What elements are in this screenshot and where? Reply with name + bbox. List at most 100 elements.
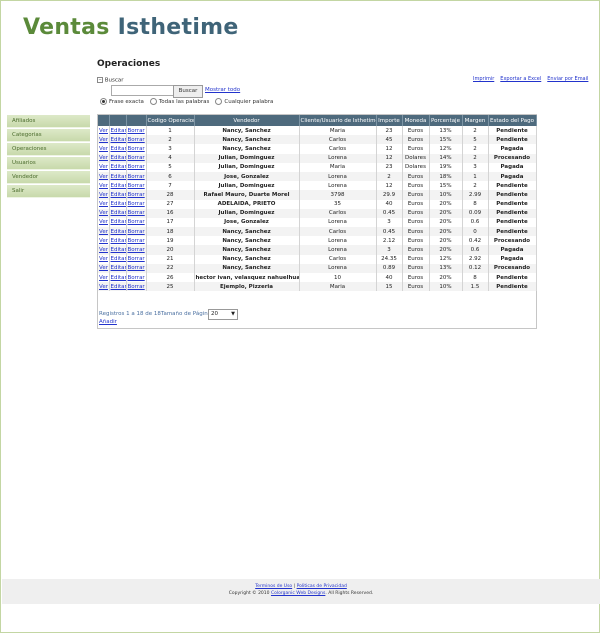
- edit-link[interactable]: Editar: [111, 174, 126, 180]
- delete-link[interactable]: Borrar: [128, 284, 145, 290]
- sidebar-item-salir[interactable]: Salir: [7, 185, 90, 198]
- search-input[interactable]: [111, 85, 175, 96]
- sidebar-item-operaciones[interactable]: Operaciones: [7, 143, 90, 156]
- view-link[interactable]: Ver: [99, 155, 108, 161]
- view-link[interactable]: Ver: [99, 229, 108, 235]
- edit-link[interactable]: Editar: [111, 238, 126, 244]
- view-link[interactable]: Ver: [99, 247, 108, 253]
- view-link[interactable]: Ver: [99, 146, 108, 152]
- email-link[interactable]: Enviar por Email: [547, 76, 588, 82]
- delete-link[interactable]: Borrar: [128, 210, 145, 216]
- col-header-amount[interactable]: Importe: [376, 115, 403, 126]
- edit-link[interactable]: Editar: [111, 275, 126, 281]
- delete-link[interactable]: Borrar: [128, 164, 145, 170]
- cell-status: Pendiente: [488, 126, 537, 136]
- edit-link[interactable]: Editar: [111, 265, 126, 271]
- delete-link[interactable]: Borrar: [128, 247, 145, 253]
- edit-link[interactable]: Editar: [111, 183, 126, 189]
- view-link[interactable]: Ver: [99, 256, 108, 262]
- delete-link[interactable]: Borrar: [128, 219, 145, 225]
- edit-link[interactable]: Editar: [111, 137, 126, 143]
- cell-action: Borrar: [126, 190, 147, 200]
- view-link[interactable]: Ver: [99, 201, 108, 207]
- cell-vendor: Nancy, Sanchez: [194, 126, 300, 136]
- page-size-select[interactable]: 20 ▼: [208, 309, 238, 320]
- delete-link[interactable]: Borrar: [128, 265, 145, 271]
- sidebar-item-categorias[interactable]: Categorias: [7, 129, 90, 142]
- copyright-prefix: Copyright © 2010: [228, 591, 270, 596]
- view-link[interactable]: Ver: [99, 183, 108, 189]
- delete-link[interactable]: Borrar: [128, 238, 145, 244]
- site-logo[interactable]: Ventas Isthetime: [23, 15, 239, 40]
- view-link[interactable]: Ver: [99, 275, 108, 281]
- edit-link[interactable]: Editar: [111, 229, 126, 235]
- edit-link[interactable]: Editar: [111, 247, 126, 253]
- print-link[interactable]: Imprimir: [473, 76, 494, 82]
- edit-link[interactable]: Editar: [111, 201, 126, 207]
- export-excel-link[interactable]: Exportar a Excel: [500, 76, 541, 82]
- edit-link[interactable]: Editar: [111, 164, 126, 170]
- cell-vendor: Nancy, Sanchez: [194, 227, 300, 237]
- sidebar-item-vendedor[interactable]: Vendedor: [7, 171, 90, 184]
- add-link[interactable]: Añadir: [99, 319, 117, 325]
- col-header-percent[interactable]: Porcentaje: [429, 115, 463, 126]
- company-link[interactable]: Colorganic Web Designs: [271, 591, 325, 596]
- show-all-link[interactable]: Mostrar todo: [205, 87, 240, 93]
- delete-link[interactable]: Borrar: [128, 155, 145, 161]
- radio-exact-phrase[interactable]: Frase exacta: [100, 98, 144, 105]
- terms-link[interactable]: Terminos de Uso: [255, 584, 292, 589]
- privacy-link[interactable]: Politicas de Privacidad: [297, 584, 347, 589]
- radio-all-words[interactable]: Todas las palabras: [149, 98, 209, 105]
- col-header-code[interactable]: Codigo Operacion: [146, 115, 195, 126]
- search-toggle[interactable]: − Buscar: [97, 77, 124, 84]
- view-link[interactable]: Ver: [99, 238, 108, 244]
- cell-action: Borrar: [126, 126, 147, 136]
- cell-action: Editar: [109, 199, 127, 209]
- view-link[interactable]: Ver: [99, 219, 108, 225]
- view-link[interactable]: Ver: [99, 192, 108, 198]
- edit-link[interactable]: Editar: [111, 128, 126, 134]
- edit-link[interactable]: Editar: [111, 284, 126, 290]
- delete-link[interactable]: Borrar: [128, 256, 145, 262]
- delete-link[interactable]: Borrar: [128, 174, 145, 180]
- cell-code: 19: [146, 236, 195, 246]
- edit-link[interactable]: Editar: [111, 146, 126, 152]
- search-button[interactable]: Buscar: [173, 85, 203, 98]
- delete-link[interactable]: Borrar: [128, 192, 145, 198]
- view-link[interactable]: Ver: [99, 174, 108, 180]
- delete-link[interactable]: Borrar: [128, 201, 145, 207]
- view-link[interactable]: Ver: [99, 128, 108, 134]
- edit-link[interactable]: Editar: [111, 256, 126, 262]
- view-link[interactable]: Ver: [99, 164, 108, 170]
- col-header-currency[interactable]: Moneda: [402, 115, 430, 126]
- cell-margin: 2: [462, 181, 489, 191]
- sidebar-item-afiliados[interactable]: Afiliados: [7, 115, 90, 128]
- logo-part-ventas: Ventas: [23, 15, 110, 40]
- col-header-vendor[interactable]: Vendedor: [194, 115, 300, 126]
- delete-link[interactable]: Borrar: [128, 128, 145, 134]
- delete-link[interactable]: Borrar: [128, 275, 145, 281]
- table-row: Ver Editar Borrar 5 Julian, Dominguez Maria 23…: [98, 162, 537, 172]
- delete-link[interactable]: Borrar: [128, 137, 145, 143]
- col-header-margin[interactable]: Margen: [462, 115, 489, 126]
- delete-link[interactable]: Borrar: [128, 183, 145, 189]
- view-link[interactable]: Ver: [99, 137, 108, 143]
- cell-percent: 10%: [429, 190, 463, 200]
- view-link[interactable]: Ver: [99, 265, 108, 271]
- radio-any-word[interactable]: Cualquier palabra: [215, 98, 273, 105]
- sidebar-item-usuarios[interactable]: Usuarios: [7, 157, 90, 170]
- collapse-icon: −: [97, 77, 103, 83]
- col-header-status[interactable]: Estado del Pago: [488, 115, 537, 126]
- edit-link[interactable]: Editar: [111, 219, 126, 225]
- view-link[interactable]: Ver: [99, 284, 108, 290]
- delete-link[interactable]: Borrar: [128, 146, 145, 152]
- cell-code: 4: [146, 153, 195, 163]
- edit-link[interactable]: Editar: [111, 210, 126, 216]
- edit-link[interactable]: Editar: [111, 192, 126, 198]
- edit-link[interactable]: Editar: [111, 155, 126, 161]
- view-link[interactable]: Ver: [99, 210, 108, 216]
- delete-link[interactable]: Borrar: [128, 229, 145, 235]
- cell-action: Ver: [98, 227, 110, 237]
- cell-vendor: Julian, Dominguez: [194, 181, 300, 191]
- col-header-client[interactable]: Cliente/Usuario de Isthetime: [299, 115, 377, 126]
